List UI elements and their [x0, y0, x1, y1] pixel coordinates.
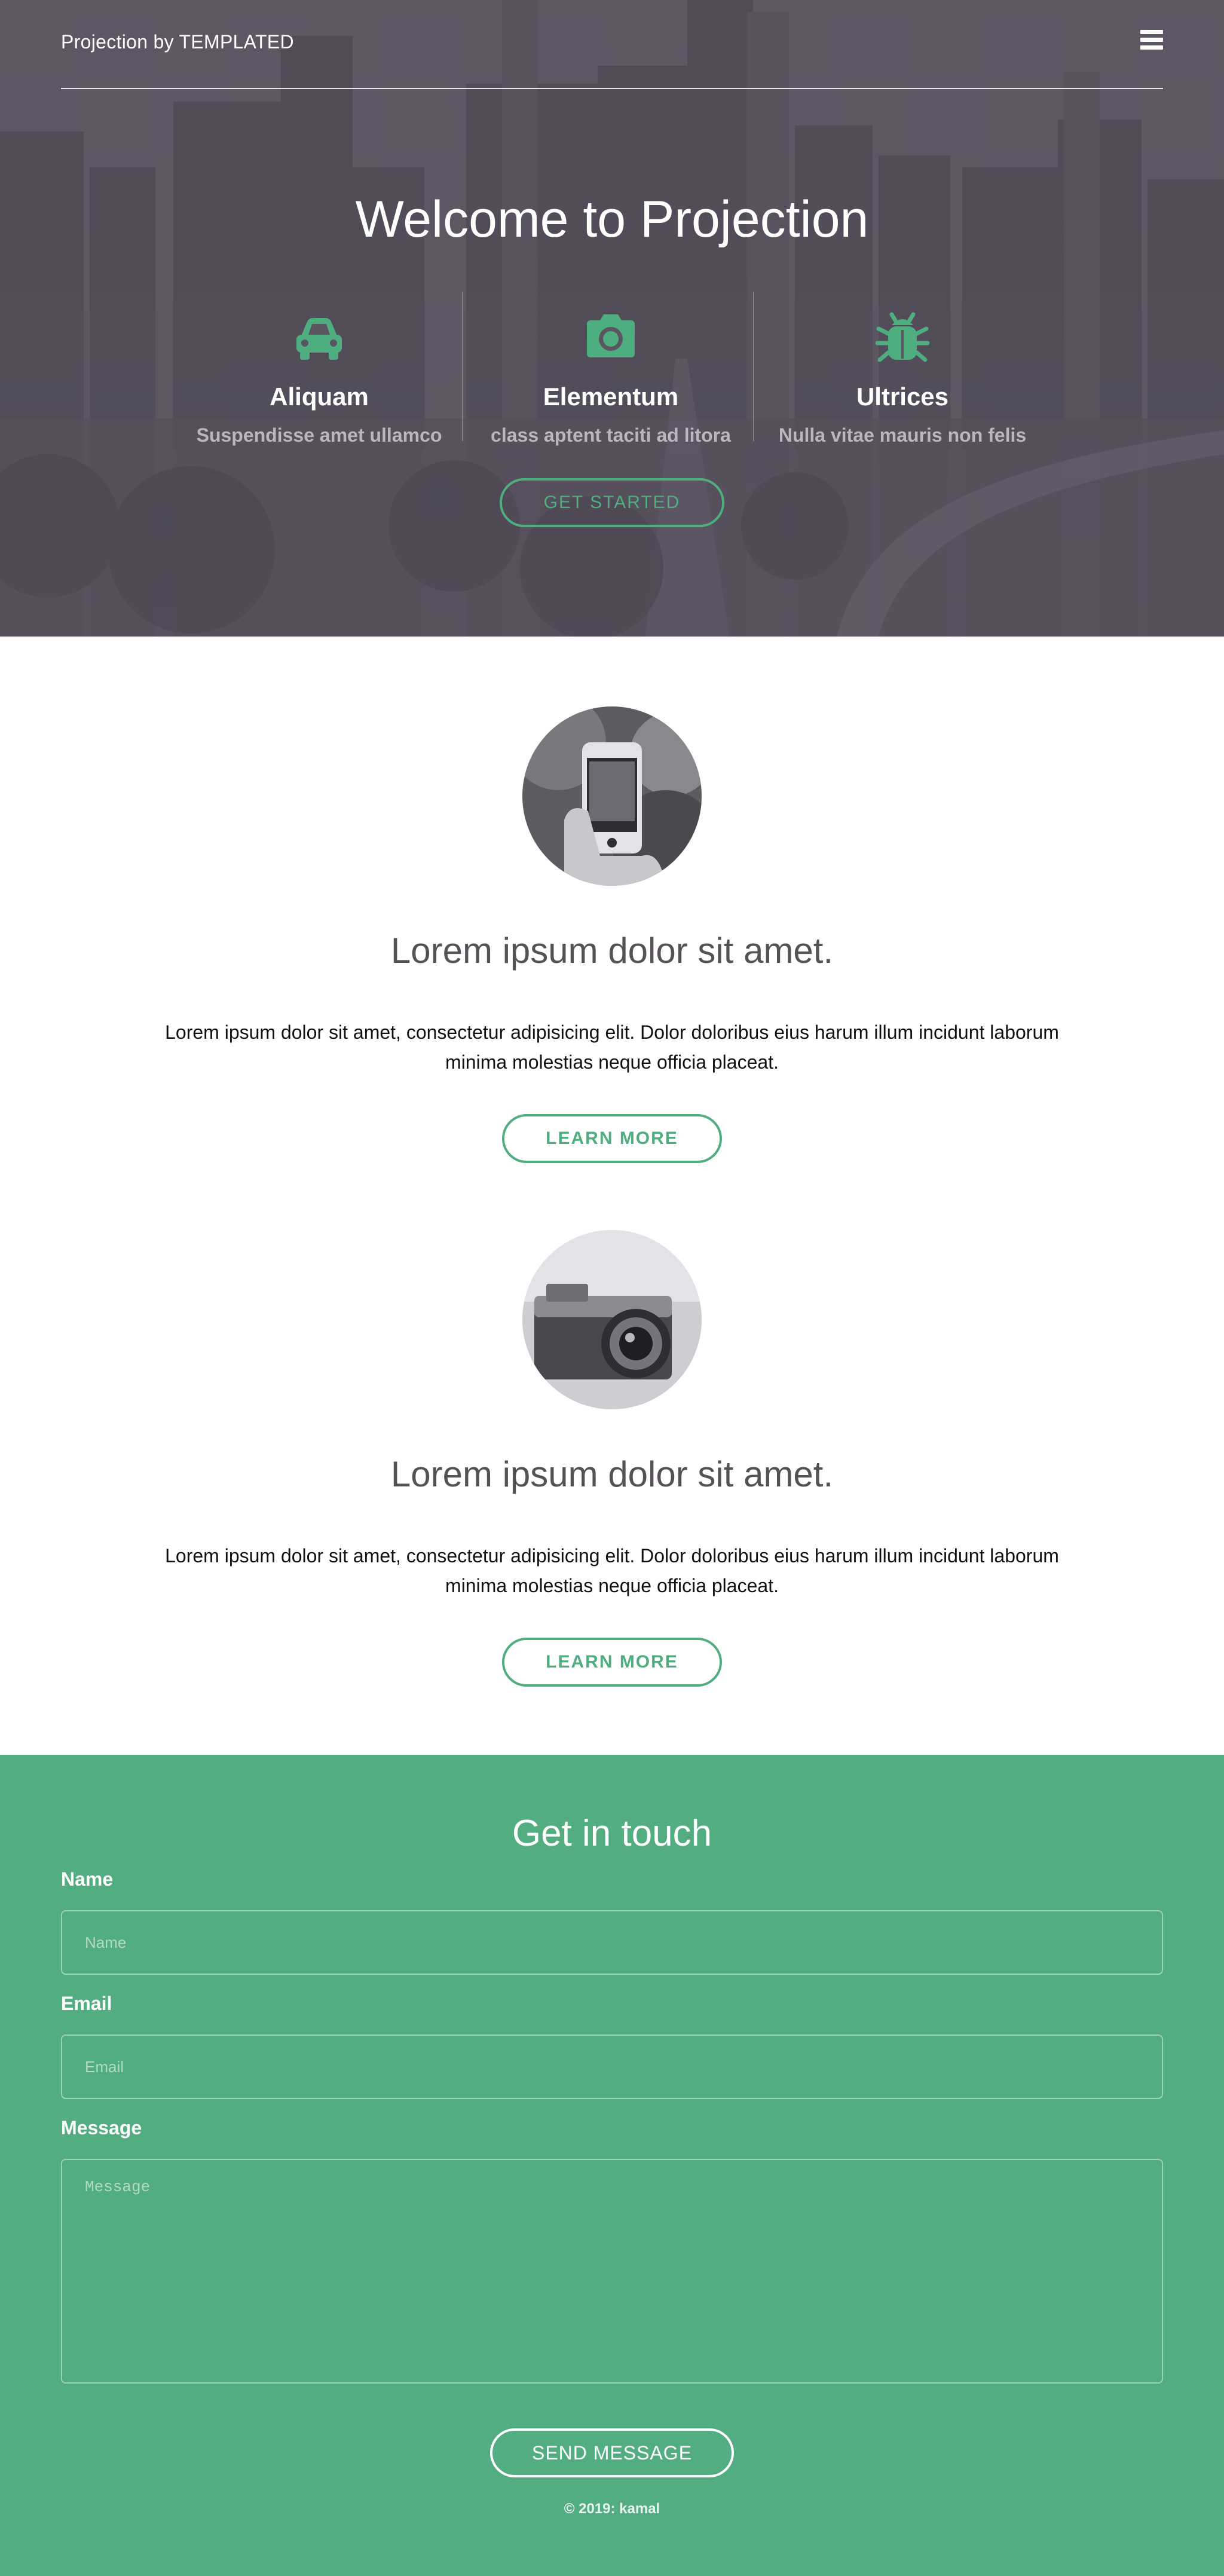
hero-banner: Projection by TEMPLATED Welcome to Proje… — [0, 0, 1224, 637]
get-started-button[interactable]: GET STARTED — [500, 478, 724, 527]
feature-title: Elementum — [543, 383, 679, 411]
phone-in-hand-image — [522, 706, 702, 886]
feature-title: Aliquam — [270, 383, 369, 411]
email-label: Email — [61, 1993, 112, 2014]
spotlight-title: Lorem ipsum dolor sit amet. — [390, 1454, 834, 1494]
hero-title: Welcome to Projection — [355, 191, 869, 248]
feature-subtitle: class aptent taciti ad litora — [491, 424, 731, 446]
feature-title: Ultrices — [856, 383, 949, 411]
message-textarea[interactable] — [61, 2159, 1163, 2384]
feature-elementum: Elementum class aptent taciti ad litora — [467, 312, 754, 446]
feature-divider — [753, 292, 754, 441]
header-divider — [61, 88, 1163, 89]
spotlight-title: Lorem ipsum dolor sit amet. — [390, 931, 834, 971]
name-label: Name — [61, 1868, 114, 1890]
feature-divider — [462, 292, 463, 441]
camera-photo — [522, 1230, 702, 1409]
email-input[interactable] — [61, 2035, 1163, 2099]
name-input[interactable] — [61, 1910, 1163, 1975]
camera-icon — [587, 314, 635, 357]
message-label: Message — [61, 2117, 142, 2138]
car-icon — [296, 318, 342, 360]
spotlight-text: Lorem ipsum dolor sit amet, consectetur … — [165, 1545, 1059, 1596]
vintage-camera-image — [522, 1230, 702, 1409]
feature-subtitle: Suspendisse amet ullamco — [196, 424, 442, 446]
feature-subtitle: Nulla vitae mauris non felis — [778, 424, 1027, 446]
learn-more-button[interactable]: LEARN MORE — [502, 1114, 722, 1163]
contact-title: Get in touch — [512, 1813, 712, 1854]
phone-photo — [522, 706, 702, 886]
spotlight-text: Lorem ipsum dolor sit amet, consectetur … — [165, 1021, 1059, 1073]
feature-aliquam: Aliquam Suspendisse amet ullamco — [176, 312, 463, 446]
learn-more-button[interactable]: LEARN MORE — [502, 1638, 722, 1687]
contact-section: Get in touch Name Email Message SEND MES… — [0, 1755, 1224, 2576]
hamburger-menu-icon[interactable] — [1140, 30, 1163, 50]
copyright-text: © 2019: kamal — [564, 2501, 660, 2517]
site-brand[interactable]: Projection by TEMPLATED — [61, 31, 294, 53]
feature-ultrices: Ultrices Nulla vitae mauris non felis — [759, 312, 1046, 446]
bug-icon — [875, 312, 930, 362]
send-message-button[interactable]: SEND MESSAGE — [490, 2428, 734, 2477]
